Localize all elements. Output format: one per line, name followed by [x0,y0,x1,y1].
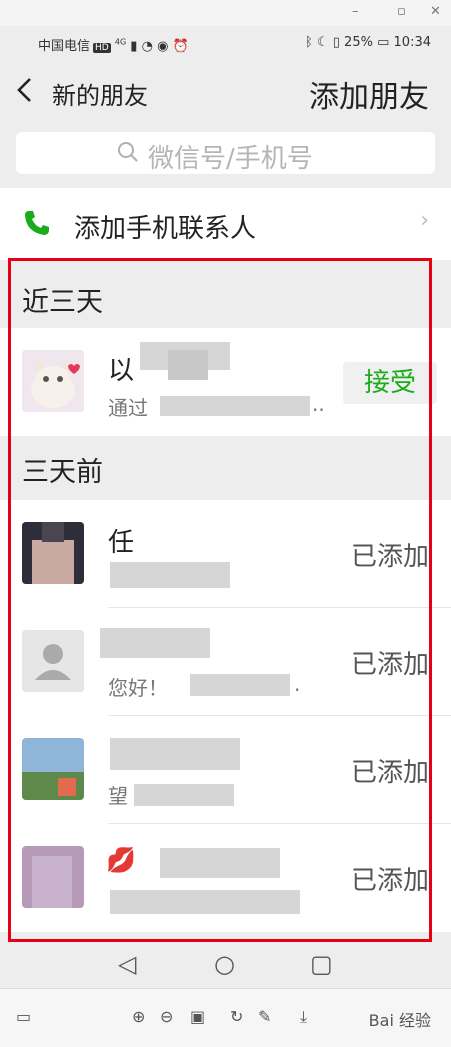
watermark: Bai 经验 [368,1011,431,1030]
default-avatar-icon [22,630,84,692]
search-box[interactable]: 微信号/手机号 [16,132,435,174]
actual-size-icon[interactable]: ▣ [190,1007,205,1026]
added-status: 已添加 [350,866,429,896]
added-status: 已添加 [350,542,429,572]
friend-message: 望 [108,784,128,808]
avatar [22,630,84,692]
minimize-button[interactable]: – [352,4,359,19]
friend-request-row[interactable]: 💋 已添加 [0,824,451,932]
friend-message: 通过 [108,396,148,420]
edit-icon[interactable]: ✎ [258,1007,271,1026]
message-ellipsis: . [294,672,301,696]
rotate-icon[interactable]: ↻ [230,1007,243,1026]
friend-request-row[interactable]: 您好！ . 已添加 [0,608,451,716]
avatar [22,350,84,412]
add-phone-contacts-row[interactable]: 添加手机联系人 › [0,188,451,260]
message-redacted [160,396,310,416]
maximize-button[interactable]: ▫ [397,4,406,19]
screen-icon[interactable]: ▭ [16,1007,31,1026]
page-title: 新的朋友 [52,82,148,110]
friend-name: 以 [108,356,135,386]
friend-message: 您好！ [108,676,168,700]
viewer-toolbar: ▭ ⊕ ⊖ ▣ ↻ ✎ ⤓ Bai 经验 [0,988,451,1047]
section-header-earlier: 三天前 [0,436,451,500]
chevron-right-icon: › [420,208,429,233]
battery-percent: 25% [344,35,373,50]
home-circle-icon[interactable]: ○ [214,950,235,978]
phone-icon [25,211,49,235]
message-redacted [190,674,290,696]
avatar [22,846,84,908]
back-triangle-icon[interactable]: ◁ [118,950,136,978]
friend-name: 任 [108,528,135,558]
name-redacted [100,628,210,658]
carrier-label: 中国电信 [38,39,91,54]
add-phone-contacts-label: 添加手机联系人 [74,214,257,244]
system-nav-bar: ◁ ○ ▢ [0,944,451,988]
message-redacted [110,562,230,588]
friend-request-row[interactable]: 望 已添加 [0,716,451,824]
bluetooth-icon: ᛒ [305,35,313,50]
zoom-in-icon[interactable]: ⊕ [132,1007,145,1026]
nav-bar: 新的朋友 添加朋友 [0,60,451,122]
add-friends-button[interactable]: 添加朋友 [309,72,429,116]
moon-icon: ☾ [316,35,329,50]
status-right: ᛒ ☾ ▯ 25% ▭ 10:34 [305,35,431,50]
eye-icon: ◉ [157,39,169,54]
alarm-icon: ⏰ [172,39,189,54]
search-placeholder: 微信号/手机号 [148,144,313,174]
friend-request-row[interactable]: 以 通过 .. 接受 [0,328,451,436]
status-bar: 中国电信 HD 4G ▮ ◔ ◉ ⏰ ᛒ ☾ ▯ 25% ▭ 10:34 [0,26,451,60]
close-button[interactable]: ✕ [430,4,441,19]
section-title: 三天前 [22,457,103,488]
avatar [22,738,84,800]
download-icon[interactable]: ⤓ [300,1007,307,1027]
name-redacted [168,350,208,380]
message-redacted [110,890,300,914]
message-redacted [134,784,234,806]
accept-button[interactable]: 接受 [343,362,437,404]
search-icon [118,142,138,162]
friend-request-row[interactable]: 任 已添加 [0,500,451,608]
wifi-icon: ◔ [141,39,153,54]
clock: 10:34 [393,35,431,50]
lips-icon: 💋 [106,846,136,874]
added-status: 已添加 [350,650,429,680]
status-left: 中国电信 HD 4G ▮ ◔ ◉ ⏰ [38,35,189,54]
avatar [22,522,84,584]
name-redacted [110,738,240,770]
recents-square-icon[interactable]: ▢ [310,950,333,978]
battery-icon: ▭ [377,35,390,50]
network-label: 4G [114,37,127,47]
vibrate-icon: ▯ [332,35,340,50]
section-title: 近三天 [22,287,103,318]
message-ellipsis: .. [312,392,325,416]
zoom-out-icon[interactable]: ⊖ [160,1007,173,1026]
section-header-recent: 近三天 [0,266,451,328]
window-titlebar: – ▫ ✕ [0,0,451,26]
back-chevron-icon[interactable] [16,76,34,104]
added-status: 已添加 [350,758,429,788]
signal-icon: ▮ [130,39,138,54]
hd-badge: HD [93,43,111,53]
name-redacted [160,848,280,878]
